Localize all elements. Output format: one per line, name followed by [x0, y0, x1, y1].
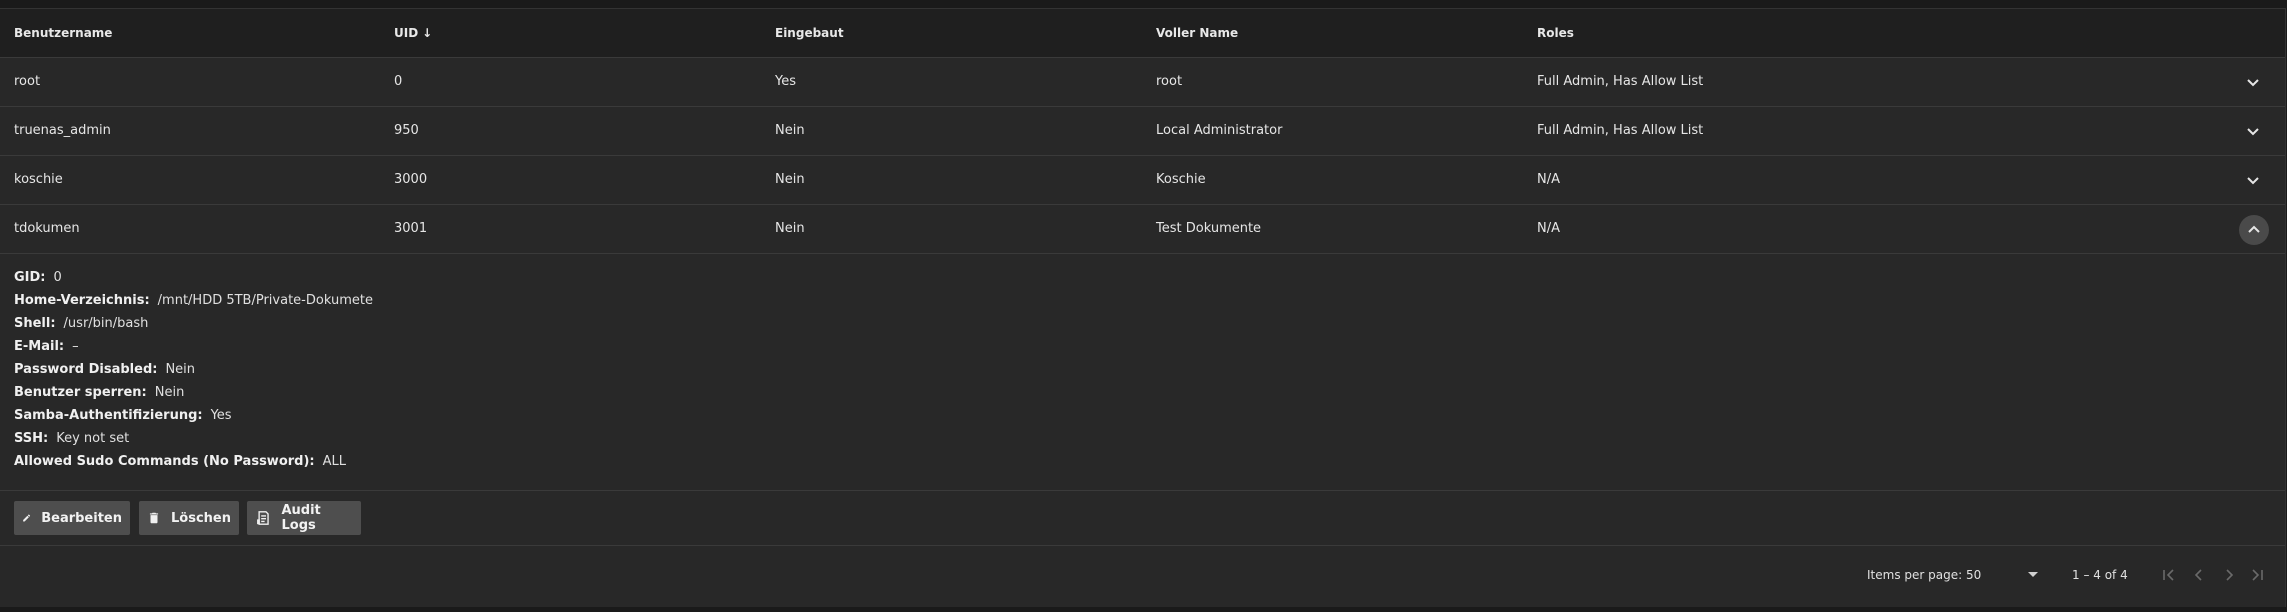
table-row[interactable]: truenas_admin 950 Nein Local Administrat…	[0, 107, 2285, 156]
cell-username: root	[14, 74, 41, 89]
cell-uid: 950	[394, 123, 419, 138]
cell-builtin: Nein	[775, 123, 805, 138]
cell-full-name: Koschie	[1156, 172, 1206, 187]
column-header-full-name[interactable]: Voller Name	[1156, 9, 1238, 57]
trash-icon	[149, 512, 159, 524]
table-row-expanded[interactable]: tdokumen 3001 Nein Test Dokumente N/A	[0, 205, 2285, 254]
expand-row-button[interactable]	[2237, 118, 2269, 144]
cell-builtin: Nein	[775, 172, 805, 187]
items-per-page-select[interactable]: 50	[1966, 561, 2044, 589]
dropdown-arrow-icon	[2028, 572, 2038, 577]
detail-email: E-Mail: –	[14, 339, 79, 354]
pencil-icon	[23, 514, 31, 522]
chevron-down-icon	[2247, 79, 2259, 87]
cell-username: truenas_admin	[14, 123, 111, 138]
audit-logs-button[interactable]: Audit Logs	[247, 501, 361, 535]
delete-button[interactable]: Löschen	[139, 501, 239, 535]
detail-lock-user: Benutzer sperren: Nein	[14, 385, 185, 400]
users-table-panel: Benutzername UID ↓ Eingebaut Voller Name …	[0, 8, 2286, 607]
cell-roles: N/A	[1537, 221, 1560, 236]
cell-full-name: Local Administrator	[1156, 123, 1283, 138]
cell-uid: 3000	[394, 172, 428, 187]
collapse-row-button[interactable]	[2239, 215, 2269, 245]
cell-roles: Full Admin, Has Allow List	[1537, 123, 1704, 138]
detail-ssh: SSH: Key not set	[14, 431, 130, 446]
column-header-username[interactable]: Benutzername	[14, 9, 112, 57]
receipt-icon	[257, 511, 269, 525]
cell-username: koschie	[14, 172, 63, 187]
page-range-label: 1 – 4 of 4	[2072, 568, 2128, 582]
expand-row-button[interactable]	[2237, 167, 2269, 193]
detail-samba-auth: Samba-Authentifizierung: Yes	[14, 408, 232, 423]
cell-builtin: Yes	[775, 74, 796, 89]
cell-username: tdokumen	[14, 221, 80, 236]
paginator: Items per page: 50 1 – 4 of 4	[0, 546, 2285, 604]
cell-full-name: root	[1156, 74, 1183, 89]
expand-row-button[interactable]	[2237, 69, 2269, 95]
last-page-button[interactable]	[2245, 563, 2269, 587]
cell-builtin: Nein	[775, 221, 805, 236]
cell-roles: Full Admin, Has Allow List	[1537, 74, 1704, 89]
last-page-icon	[2252, 569, 2263, 581]
column-header-builtin[interactable]: Eingebaut	[775, 9, 844, 57]
detail-password-disabled: Password Disabled: Nein	[14, 362, 196, 377]
chevron-left-icon	[2194, 569, 2202, 581]
detail-gid: GID: 0	[14, 270, 62, 285]
cell-uid: 3001	[394, 221, 428, 236]
cell-full-name: Test Dokumente	[1156, 221, 1262, 236]
chevron-down-icon	[2247, 177, 2259, 185]
table-row[interactable]: root 0 Yes root Full Admin, Has Allow Li…	[0, 58, 2285, 107]
table-header: Benutzername UID ↓ Eingebaut Voller Name …	[0, 9, 2285, 58]
first-page-button[interactable]	[2157, 563, 2181, 587]
previous-page-button[interactable]	[2187, 563, 2211, 587]
detail-sudo-commands: Allowed Sudo Commands (No Password): ALL	[14, 454, 346, 469]
column-header-uid[interactable]: UID ↓	[394, 9, 432, 57]
items-per-page-label: Items per page:	[1867, 568, 1963, 582]
chevron-down-icon	[2247, 128, 2259, 136]
user-details: GID: 0 Home-Verzeichnis:/mnt/HDD 5TB/Priv…	[0, 255, 2285, 491]
column-header-roles[interactable]: Roles	[1537, 9, 1574, 57]
first-page-icon	[2163, 569, 2174, 581]
arrow-down-icon: ↓	[422, 26, 433, 40]
detail-home-directory: Home-Verzeichnis:/mnt/HDD 5TB/Private-Do…	[14, 293, 373, 308]
cell-roles: N/A	[1537, 172, 1560, 187]
row-actions: Bearbeiten Löschen Audit Logs	[0, 491, 2285, 546]
edit-button[interactable]: Bearbeiten	[14, 501, 130, 535]
cell-uid: 0	[394, 74, 403, 89]
table-row[interactable]: koschie 3000 Nein Koschie N/A	[0, 156, 2285, 205]
chevron-up-icon	[2248, 225, 2260, 233]
chevron-right-icon	[2226, 569, 2234, 581]
next-page-button[interactable]	[2217, 563, 2241, 587]
detail-shell: Shell:/usr/bin/bash	[14, 316, 149, 331]
